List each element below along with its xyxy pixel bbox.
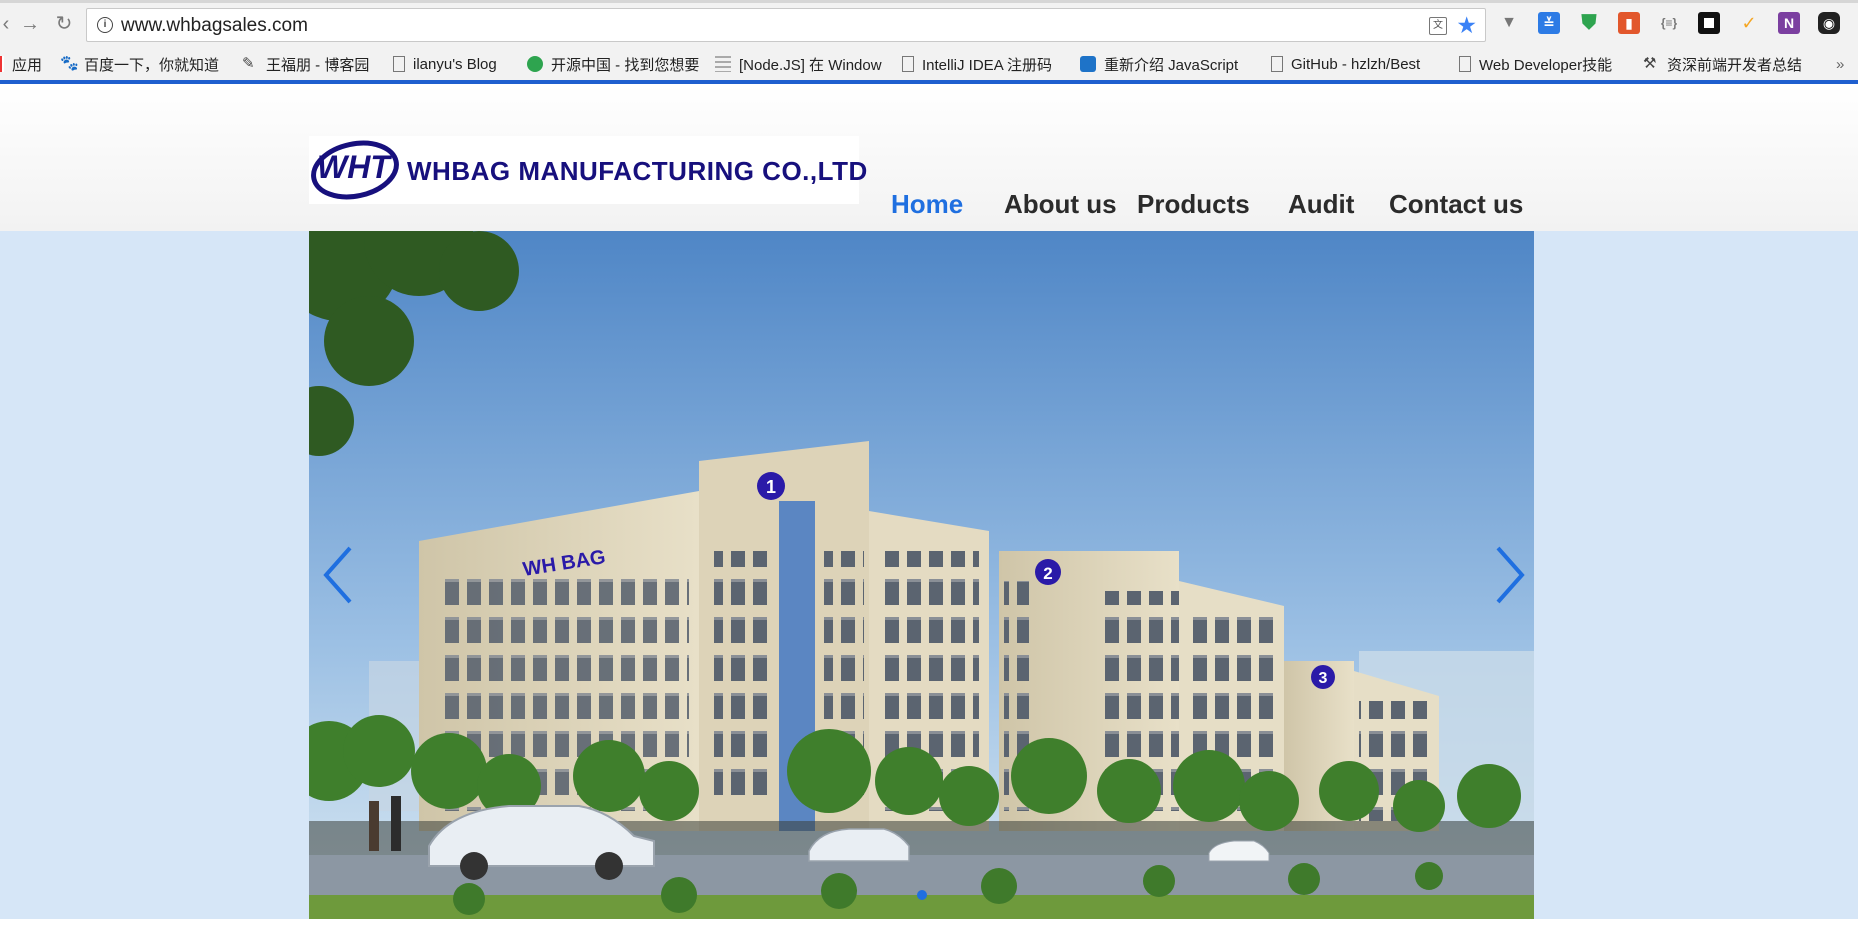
back-icon[interactable]: ‹: [0, 12, 18, 36]
tab-strip: [0, 0, 1858, 3]
mdn-icon: [1080, 56, 1096, 72]
bookmarks-bar: 应用 🐾 百度一下，你就知道 ✎ 王福朋 - 博客园 ilanyu's Blog…: [0, 50, 1858, 78]
page-icon: [902, 56, 914, 72]
check-icon[interactable]: ✓: [1738, 12, 1760, 34]
url-text[interactable]: www.whbagsales.com: [121, 15, 308, 37]
site-info-icon[interactable]: i: [97, 17, 113, 33]
apps-icon: [0, 56, 4, 72]
bookmark-mdn[interactable]: 重新介绍 JavaScript: [1080, 54, 1250, 74]
nav-contact-us[interactable]: Contact us: [1389, 189, 1523, 220]
next-slide-arrow-icon[interactable]: [1488, 540, 1528, 610]
building-number-3-label: 3: [1319, 670, 1328, 687]
bookmark-label: GitHub - hzlzh/Best: [1291, 55, 1421, 73]
translate-icon[interactable]: 文: [1429, 17, 1447, 35]
bookmark-cnblogs[interactable]: ✎ 王福朋 - 博客园: [242, 54, 382, 74]
bookmark-label: 百度一下，你就知道: [84, 56, 220, 74]
building-number-1-label: 1: [766, 477, 776, 497]
bookmark-star-icon[interactable]: ★: [1456, 12, 1477, 39]
logo-mark-text: WHT: [317, 149, 392, 185]
slide-indicator-dot[interactable]: [917, 890, 927, 900]
page-icon: [393, 56, 405, 72]
forward-icon[interactable]: →: [18, 12, 42, 36]
hammer-icon: ⚒: [1643, 55, 1657, 72]
incognito-icon[interactable]: ◉: [1818, 12, 1840, 34]
browser-chrome: ‹ → ↻ i www.whbagsales.com 文 ★ ▼ ≚ ⛊ ▮ {…: [0, 0, 1858, 84]
bookmark-baidu[interactable]: 🐾 百度一下，你就知道: [60, 54, 230, 74]
bookmark-apps[interactable]: 应用: [0, 54, 48, 74]
site-logo[interactable]: WHT WHBAG MANUFACTURING CO.,LTD: [309, 136, 867, 204]
shield-icon[interactable]: ⛊: [1578, 12, 1600, 34]
bookmark-label: ilanyu's Blog: [413, 55, 497, 73]
bookmark-label: [Node.JS] 在 Window: [739, 56, 882, 74]
bookmarks-overflow-icon[interactable]: »: [1836, 54, 1856, 74]
nav-audit[interactable]: Audit: [1288, 189, 1354, 220]
building-number-2-label: 2: [1043, 564, 1052, 583]
bookmark-frontend[interactable]: ⚒ 资深前端开发者总结: [1643, 54, 1813, 74]
reload-icon[interactable]: ↻: [52, 12, 76, 36]
bookmark-ilanyu[interactable]: ilanyu's Blog: [393, 54, 515, 74]
bookmark-intellij[interactable]: IntelliJ IDEA 注册码: [902, 54, 1070, 74]
page-icon: [1271, 56, 1283, 72]
bookmark-webdev[interactable]: Web Developer技能: [1459, 54, 1627, 74]
nav-home[interactable]: Home: [891, 189, 963, 220]
vimium-icon[interactable]: ▼: [1498, 12, 1520, 34]
qr-icon[interactable]: [1698, 12, 1720, 34]
save-icon[interactable]: ≚: [1538, 12, 1560, 34]
json-icon[interactable]: {≡}: [1658, 12, 1680, 34]
grid-icon: [715, 56, 731, 72]
bookmark-label: 资深前端开发者总结: [1667, 56, 1803, 74]
nav-about-us[interactable]: About us: [1004, 189, 1117, 220]
prev-slide-arrow-icon[interactable]: [320, 540, 360, 610]
site-header: WHT WHBAG MANUFACTURING CO.,LTD Home Abo…: [0, 84, 1858, 231]
bookmark-label: 开源中国 - 找到您想要: [551, 56, 700, 74]
nav-products[interactable]: Products: [1137, 189, 1250, 220]
bookmark-oschina[interactable]: 开源中国 - 找到您想要: [527, 54, 701, 74]
oschina-icon: [527, 56, 543, 72]
bookmark-label: 王福朋 - 博客园: [266, 56, 370, 74]
onenote-icon[interactable]: N: [1778, 12, 1800, 34]
bookmark-label: 应用: [12, 56, 43, 74]
bookmark-nodejs[interactable]: [Node.JS] 在 Window: [715, 54, 885, 74]
wht-logo-icon: WHT: [311, 140, 399, 200]
factory-building-image: 1 WH BAG 2 3: [309, 231, 1534, 919]
bookmark-github[interactable]: GitHub - hzlzh/Best: [1271, 54, 1439, 74]
bookmark-label: IntelliJ IDEA 注册码: [922, 56, 1053, 74]
company-name: WHBAG MANUFACTURING CO.,LTD: [407, 156, 868, 186]
baidu-icon: 🐾: [60, 55, 79, 72]
address-bar[interactable]: i www.whbagsales.com 文 ★: [86, 8, 1486, 42]
office-icon[interactable]: ▮: [1618, 12, 1640, 34]
page-icon: [1459, 56, 1471, 72]
bookmark-label: Web Developer技能: [1479, 56, 1613, 74]
bookmark-label: 重新介绍 JavaScript: [1104, 56, 1239, 74]
banner-slide[interactable]: 1 WH BAG 2 3: [309, 231, 1534, 919]
cnblogs-icon: ✎: [242, 55, 255, 72]
